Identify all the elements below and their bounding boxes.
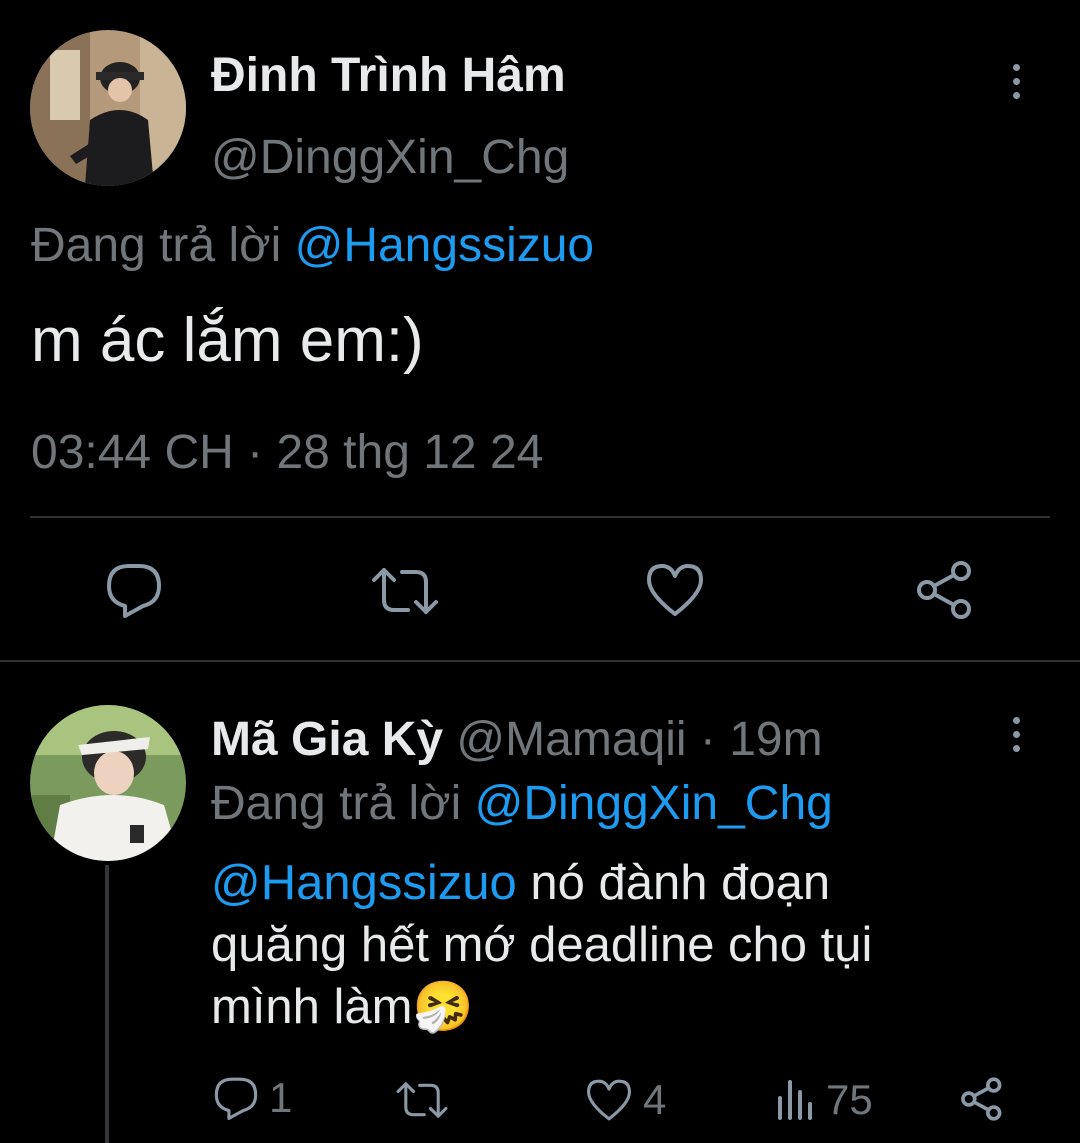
reply-to-mention[interactable]: @Hangssizuo bbox=[295, 219, 595, 272]
retweet-icon bbox=[372, 568, 438, 614]
reply-to-mention[interactable]: @DinggXin_Chg bbox=[475, 777, 833, 830]
reply-text-line3: mình làm bbox=[211, 980, 413, 1034]
reply-prefix: Đang trả lời bbox=[211, 777, 462, 830]
reply-author-display-name[interactable]: Mã Gia Kỳ bbox=[211, 713, 443, 766]
divider bbox=[30, 516, 1050, 518]
reply-icon bbox=[107, 564, 161, 618]
like-icon bbox=[647, 564, 703, 616]
reply-text-line1: nó đành đoạn bbox=[516, 856, 831, 910]
share-icon bbox=[961, 1077, 1002, 1121]
author-handle[interactable]: @DinggXin_Chg bbox=[211, 130, 569, 185]
tweet-text: m ác lắm em:) bbox=[31, 306, 424, 375]
reply-context: Đang trả lời @DinggXin_Chg bbox=[211, 776, 833, 831]
reply-icon bbox=[214, 1077, 258, 1120]
reply-like-button[interactable]: 4 bbox=[585, 1076, 666, 1124]
reply-views-button[interactable]: 75 bbox=[776, 1076, 873, 1124]
author-avatar[interactable] bbox=[30, 30, 186, 186]
reply-author-avatar[interactable] bbox=[30, 705, 186, 861]
view-count: 75 bbox=[826, 1076, 873, 1123]
more-options-icon[interactable] bbox=[1006, 64, 1026, 99]
reply-share-button[interactable] bbox=[960, 1077, 1004, 1121]
reply-time[interactable]: · 19m bbox=[700, 713, 823, 766]
reply-more-options-icon[interactable] bbox=[1006, 717, 1026, 752]
share-button[interactable] bbox=[915, 560, 975, 620]
reply-context: Đang trả lời @Hangssizuo bbox=[31, 218, 594, 273]
share-icon bbox=[917, 561, 971, 619]
retweet-button[interactable] bbox=[370, 566, 440, 616]
tweet-timestamp[interactable]: 03:44 CH · 28 thg 12 24 bbox=[31, 425, 543, 480]
reply-header: Mã Gia Kỳ @Mamaqii · 19m bbox=[211, 712, 823, 767]
like-icon bbox=[587, 1079, 631, 1121]
author-display-name[interactable]: Đinh Trình Hâm bbox=[211, 48, 566, 103]
reply-prefix: Đang trả lời bbox=[31, 219, 282, 272]
like-count: 4 bbox=[643, 1076, 667, 1123]
views-icon bbox=[778, 1080, 812, 1120]
thread-line bbox=[105, 865, 109, 1143]
reply-text-line2: quăng hết mớ deadline cho tụi bbox=[211, 918, 873, 972]
section-divider bbox=[0, 660, 1080, 662]
like-button[interactable] bbox=[645, 562, 705, 618]
reply-text: @Hangssizuo nó đành đoạn quăng hết mớ de… bbox=[211, 852, 1051, 1038]
reply-mention[interactable]: @Hangssizuo bbox=[211, 856, 517, 910]
reply-count: 1 bbox=[269, 1074, 293, 1121]
reply-button[interactable] bbox=[105, 562, 163, 618]
retweet-icon bbox=[396, 1082, 448, 1118]
reply-retweet-button[interactable] bbox=[395, 1080, 449, 1120]
reply-author-handle[interactable]: @Mamaqii bbox=[456, 713, 686, 766]
sneezing-face-emoji: 🤧 bbox=[412, 980, 474, 1034]
reply-reply-button[interactable]: 1 bbox=[213, 1074, 292, 1122]
